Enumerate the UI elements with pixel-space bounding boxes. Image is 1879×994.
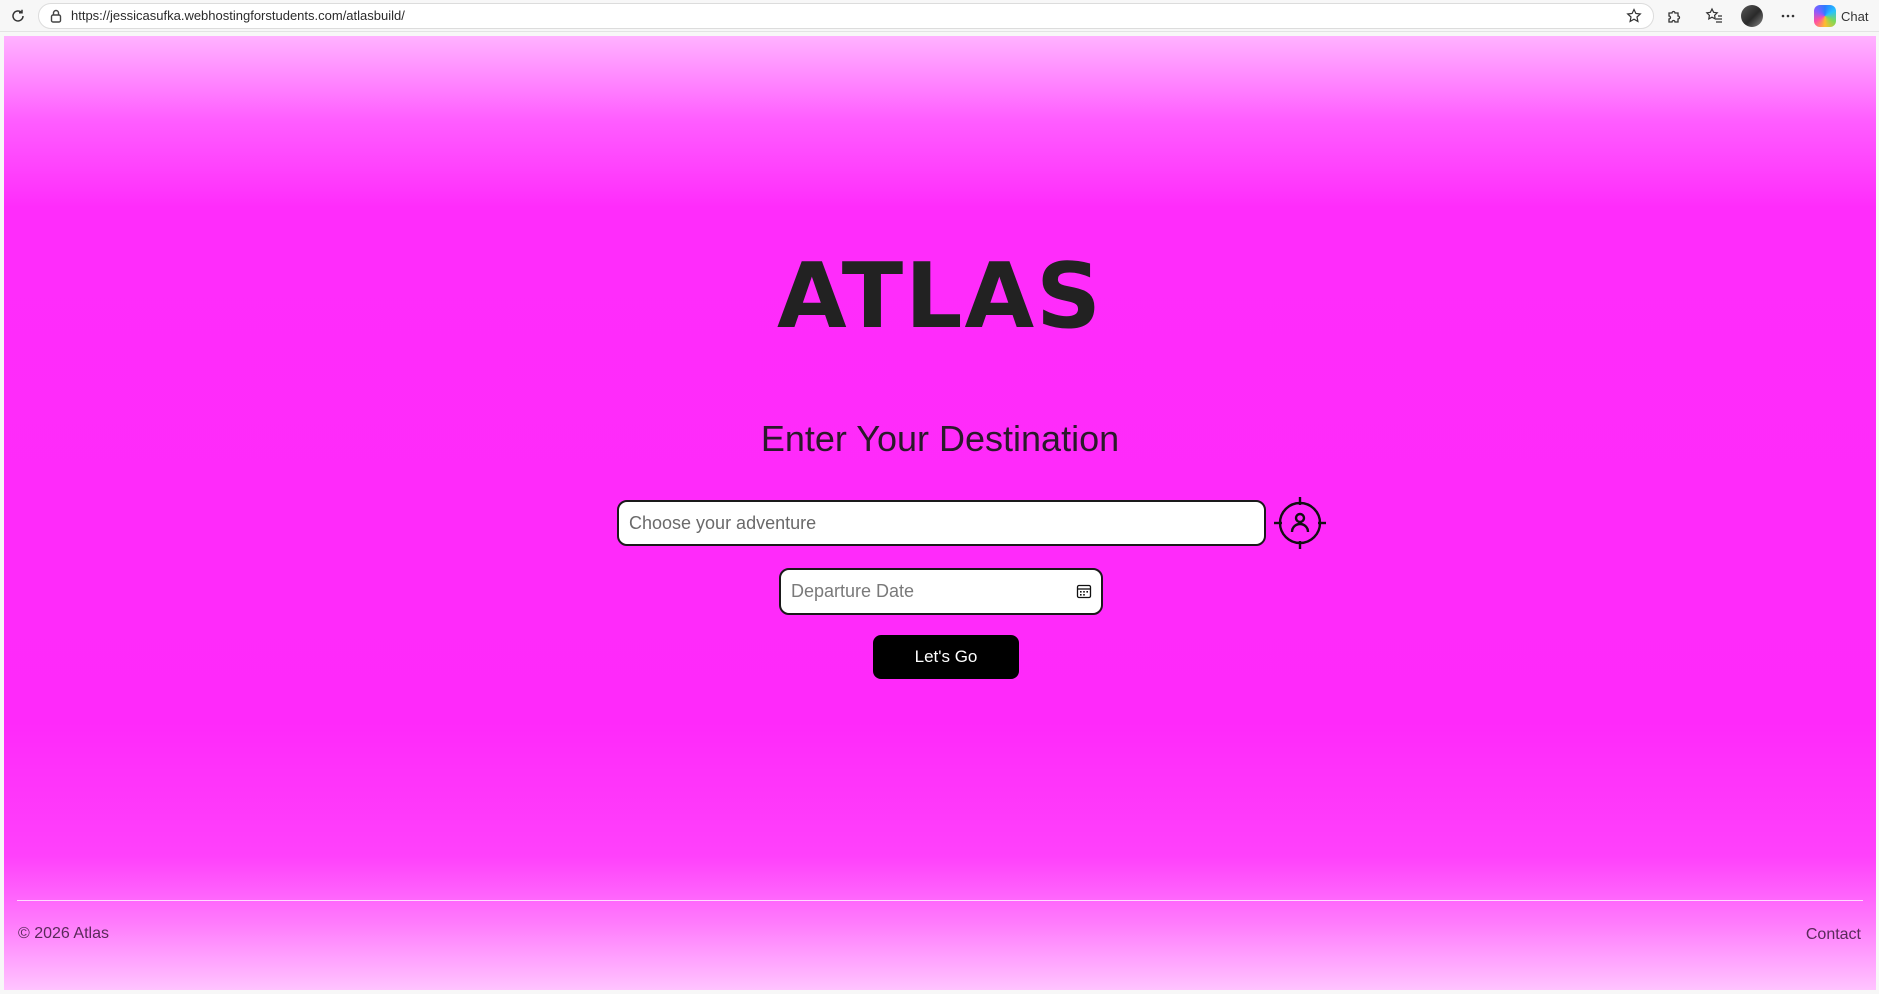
footer-divider [17,900,1863,901]
departure-date-input[interactable] [781,570,1061,613]
favorites-icon[interactable] [1704,6,1724,26]
profile-avatar[interactable] [1741,5,1763,27]
contact-link[interactable]: Contact [1806,926,1861,944]
reload-icon[interactable] [8,6,28,26]
url-text: https://jessicasufka.webhostingforstuden… [71,8,405,23]
footer-copyright: © 2026 Atlas [18,925,109,942]
browser-toolbar: https://jessicasufka.webhostingforstuden… [0,0,1879,32]
address-bar[interactable]: https://jessicasufka.webhostingforstuden… [38,3,1654,29]
copilot-icon [1814,5,1836,27]
lock-icon[interactable] [48,8,64,24]
locate-me-button[interactable] [1272,495,1328,551]
lets-go-button[interactable]: Let's Go [873,635,1019,679]
extensions-icon[interactable] [1664,6,1684,26]
page-heading: Enter Your Destination [760,418,1120,459]
chat-label: Chat [1841,8,1869,24]
calendar-icon[interactable] [1075,582,1093,600]
locate-me-icon [1274,497,1326,549]
more-icon[interactable] [1778,6,1798,26]
star-icon[interactable] [1625,7,1643,25]
page-viewport: ATLAS Enter Your Destination Choose your… [4,36,1876,990]
destination-input[interactable] [617,500,1266,546]
copilot-chat-button[interactable]: Chat [1814,4,1868,28]
departure-date-field[interactable] [779,568,1103,615]
site-logo: ATLAS [777,244,1103,349]
